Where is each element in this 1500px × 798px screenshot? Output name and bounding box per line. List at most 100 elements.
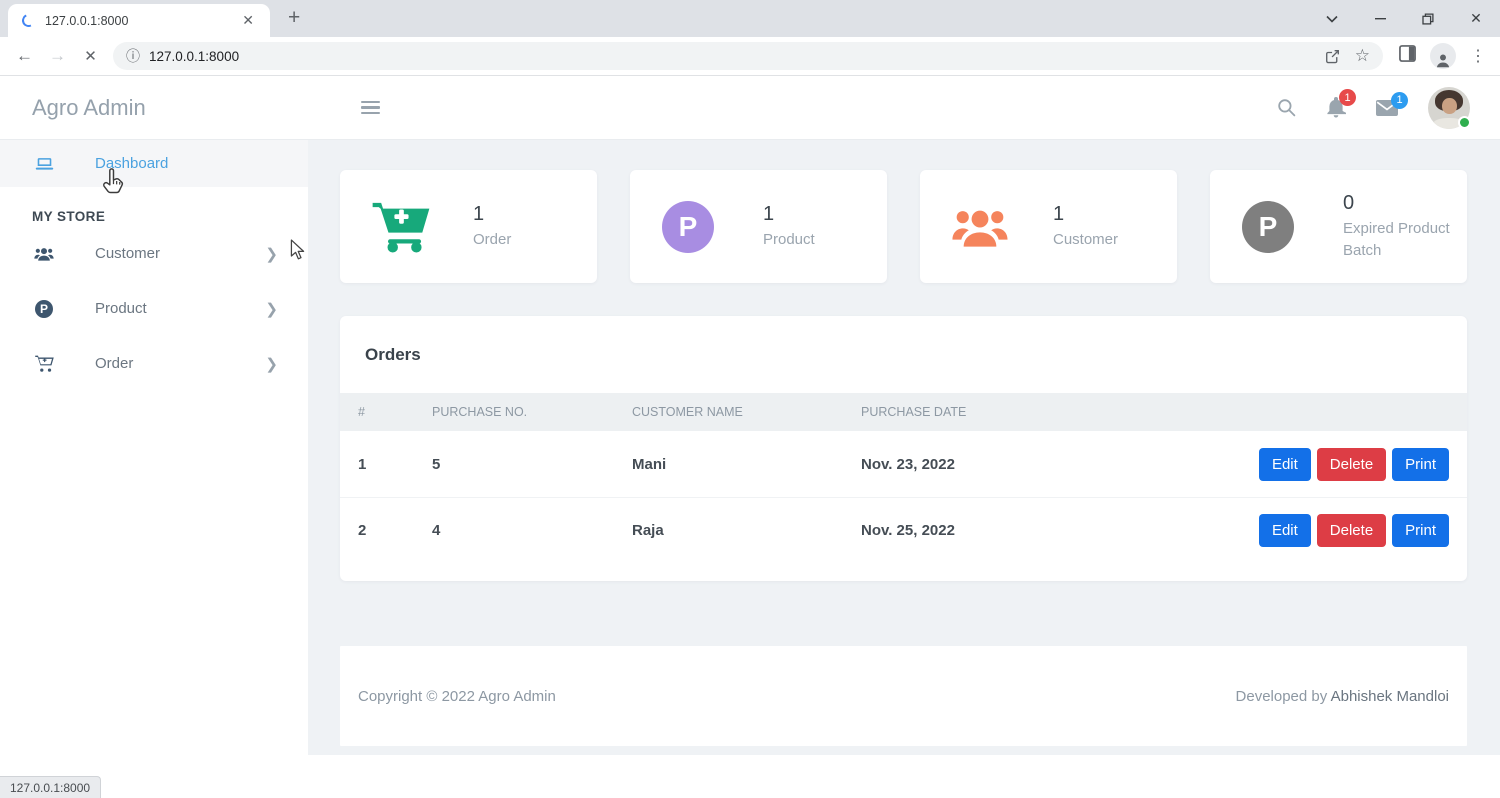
sidebar-item-label: Product — [95, 300, 147, 317]
stat-label: Order — [473, 229, 511, 251]
sidebar-toggle-button[interactable] — [357, 97, 384, 119]
column-header: CUSTOMER NAME — [632, 405, 861, 419]
stat-value: 1 — [1053, 203, 1118, 226]
browser-profile-icon[interactable] — [1430, 43, 1456, 69]
users-icon — [952, 205, 1053, 249]
sidebar-section-title: MY STORE — [32, 209, 308, 224]
cell-customer: Mani — [632, 456, 861, 473]
app-brand: Agro Admin — [0, 95, 308, 121]
cell-customer: Raja — [632, 522, 861, 539]
app-header: Agro Admin 1 1 — [0, 76, 1500, 140]
chevron-right-icon: ❯ — [265, 355, 278, 373]
expired-batch-p-icon: P — [1242, 201, 1343, 253]
sidebar-item-label: Customer — [95, 245, 160, 262]
cell-index: 1 — [358, 456, 432, 473]
stat-value: 0 — [1343, 192, 1451, 215]
stat-card-order: 1 Order — [340, 170, 597, 283]
developed-by-label: Developed by — [1236, 688, 1331, 705]
cell-date: Nov. 23, 2022 — [861, 456, 1259, 473]
user-avatar[interactable] — [1428, 87, 1470, 129]
back-button[interactable]: ← — [8, 40, 41, 73]
copyright-text: Copyright © 2022 Agro Admin — [358, 688, 556, 705]
online-status-dot — [1458, 116, 1471, 129]
orders-card: Orders # PURCHASE NO. CUSTOMER NAME PURC… — [340, 316, 1467, 581]
page-body: Dashboard MY STORE Customer ❯ — [0, 140, 1500, 755]
stat-label: Expired Product Batch — [1343, 218, 1451, 262]
stat-card-customer: 1 Customer — [920, 170, 1177, 283]
header-actions: 1 1 — [1277, 87, 1500, 129]
edit-button[interactable]: Edit — [1259, 448, 1311, 481]
stat-label: Product — [763, 229, 815, 251]
window-controls: ✕ — [1308, 0, 1500, 37]
sidebar-item-label: Dashboard — [95, 155, 168, 172]
address-bar[interactable]: ⓘ 127.0.0.1:8000 ☆ — [113, 42, 1383, 70]
tab-strip: 127.0.0.1:8000 ✕ + ✕ — [0, 0, 1500, 37]
sidebar-item-customer[interactable]: Customer ❯ — [0, 226, 308, 281]
message-badge: 1 — [1391, 92, 1408, 109]
row-actions: Edit Delete Print — [1259, 448, 1449, 481]
sidebar-item-product[interactable]: P Product ❯ — [0, 281, 308, 336]
table-row: 2 4 Raja Nov. 25, 2022 Edit Delete Print — [340, 497, 1467, 563]
share-icon[interactable] — [1324, 48, 1341, 65]
browser-toolbar: ← → ✕ ⓘ 127.0.0.1:8000 ☆ ⋮ — [0, 37, 1500, 76]
search-icon[interactable] — [1277, 98, 1296, 117]
main-content: 1 Order P 1 Product — [308, 140, 1500, 755]
row-actions: Edit Delete Print — [1259, 514, 1449, 547]
product-p-icon: P — [34, 300, 54, 318]
side-panel-icon[interactable] — [1399, 45, 1416, 67]
delete-button[interactable]: Delete — [1317, 514, 1386, 547]
notifications-bell-icon[interactable]: 1 — [1326, 97, 1346, 118]
tab-search-chevron-icon[interactable] — [1308, 0, 1356, 37]
sidebar: Dashboard MY STORE Customer ❯ — [0, 140, 308, 755]
cell-index: 2 — [358, 522, 432, 539]
cell-date: Nov. 25, 2022 — [861, 522, 1259, 539]
developer-link[interactable]: Abhishek Mandloi — [1331, 688, 1449, 705]
stop-loading-button[interactable]: ✕ — [74, 40, 107, 73]
column-header: # — [358, 405, 432, 419]
column-header: PURCHASE NO. — [432, 405, 632, 419]
close-window-button[interactable]: ✕ — [1452, 0, 1500, 37]
stat-card-expired-batch: P 0 Expired Product Batch — [1210, 170, 1467, 283]
orders-title: Orders — [340, 316, 1467, 393]
bookmark-star-icon[interactable]: ☆ — [1355, 46, 1370, 66]
sidebar-item-order[interactable]: Order ❯ — [0, 336, 308, 391]
stat-value: 1 — [763, 203, 815, 226]
site-info-icon[interactable]: ⓘ — [126, 46, 140, 66]
sidebar-item-label: Order — [95, 355, 133, 372]
table-row: 1 5 Mani Nov. 23, 2022 Edit Delete Print — [340, 431, 1467, 497]
restore-button[interactable] — [1404, 0, 1452, 37]
delete-button[interactable]: Delete — [1317, 448, 1386, 481]
browser-menu-icon[interactable]: ⋮ — [1470, 46, 1486, 66]
print-button[interactable]: Print — [1392, 514, 1449, 547]
notification-badge: 1 — [1339, 89, 1356, 106]
sidebar-item-dashboard[interactable]: Dashboard — [0, 140, 308, 187]
footer: Copyright © 2022 Agro Admin Developed by… — [340, 646, 1467, 746]
cart-plus-icon — [372, 201, 473, 253]
tab-loading-spinner-icon — [20, 12, 37, 29]
edit-button[interactable]: Edit — [1259, 514, 1311, 547]
cart-icon — [34, 355, 54, 372]
cell-purchase-no: 5 — [432, 456, 632, 473]
tab-title: 127.0.0.1:8000 — [45, 14, 236, 28]
messages-envelope-icon[interactable]: 1 — [1376, 100, 1398, 116]
url-text[interactable]: 127.0.0.1:8000 — [149, 49, 1310, 64]
product-p-icon: P — [662, 201, 763, 253]
tab-close-icon[interactable]: ✕ — [236, 10, 260, 31]
print-button[interactable]: Print — [1392, 448, 1449, 481]
browser-window: 127.0.0.1:8000 ✕ + ✕ ← → ✕ ⓘ 127.0.0.1:8… — [0, 0, 1500, 798]
browser-tab[interactable]: 127.0.0.1:8000 ✕ — [8, 4, 270, 37]
users-icon — [34, 246, 54, 262]
developed-by-text: Developed by Abhishek Mandloi — [1236, 688, 1449, 705]
stat-card-product: P 1 Product — [630, 170, 887, 283]
new-tab-button[interactable]: + — [288, 7, 300, 30]
column-header: PURCHASE DATE — [861, 405, 1449, 419]
cell-purchase-no: 4 — [432, 522, 632, 539]
orders-table-header: # PURCHASE NO. CUSTOMER NAME PURCHASE DA… — [340, 393, 1467, 431]
chevron-right-icon: ❯ — [265, 300, 278, 318]
status-url-tooltip: 127.0.0.1:8000 — [0, 776, 101, 798]
minimize-button[interactable] — [1356, 0, 1404, 37]
forward-button[interactable]: → — [41, 40, 74, 73]
stat-value: 1 — [473, 203, 511, 226]
stat-cards: 1 Order P 1 Product — [340, 170, 1467, 283]
chevron-right-icon: ❯ — [265, 245, 278, 263]
